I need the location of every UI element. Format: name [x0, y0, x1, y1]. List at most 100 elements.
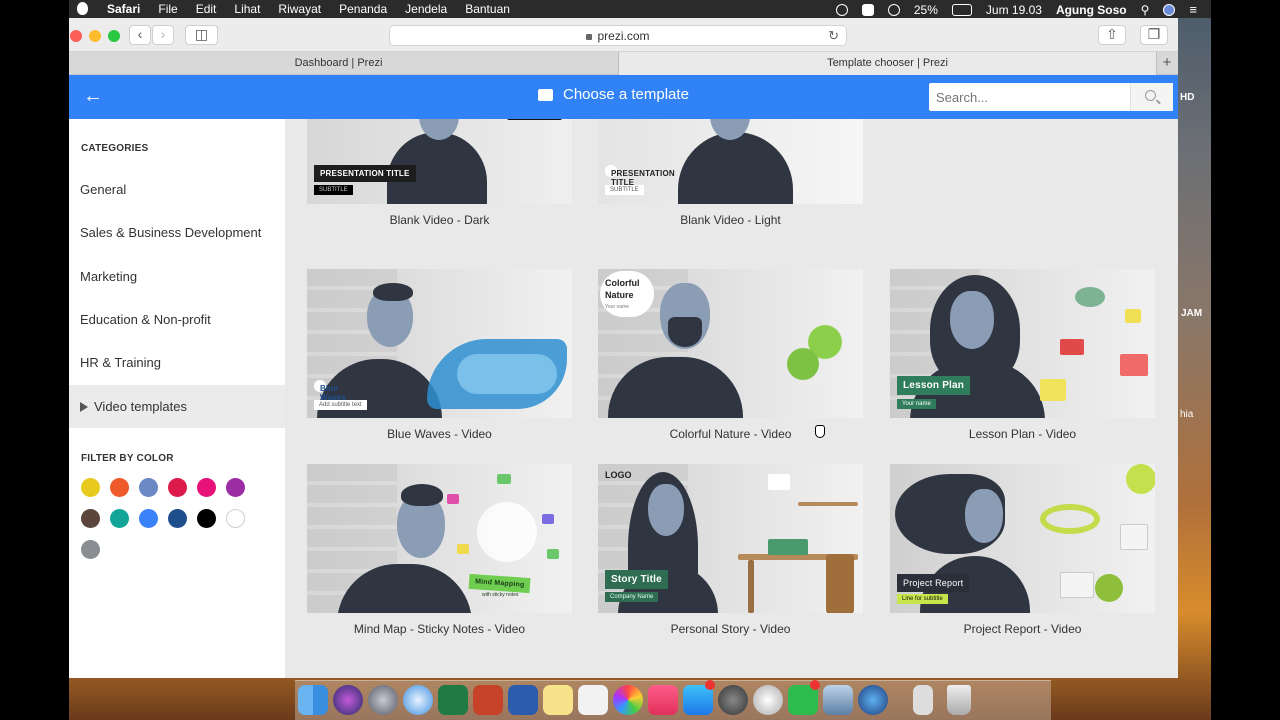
color-swatch[interactable] [226, 478, 245, 497]
template-thumbnail[interactable]: Mind Mapping with sticky notes [307, 464, 572, 613]
disk-utility-icon[interactable] [753, 685, 783, 715]
color-swatch[interactable] [139, 509, 158, 528]
word-icon[interactable] [508, 685, 538, 715]
template-name[interactable]: Personal Story - Video [598, 622, 863, 636]
color-swatch[interactable] [110, 478, 129, 497]
color-swatch[interactable] [168, 478, 187, 497]
prezi-header: ← Choose a template [69, 75, 1178, 119]
menu-history[interactable]: Riwayat [278, 2, 321, 16]
category-sales[interactable]: Sales & Business Development [69, 211, 285, 254]
safari-icon[interactable] [403, 685, 433, 715]
template-thumbnail[interactable]: PRESENTATION TITLE SUBTITLE [307, 119, 572, 204]
safari-window: ‹ › ◫ prezi.com ↻ ⇧ ❐ Dashboard | Prezi … [69, 18, 1178, 678]
excel-icon[interactable] [438, 685, 468, 715]
category-marketing[interactable]: Marketing [69, 255, 285, 298]
color-swatch[interactable] [110, 509, 129, 528]
menu-file[interactable]: File [158, 2, 177, 16]
trash-icon[interactable] [947, 685, 971, 715]
preview-icon[interactable] [823, 685, 853, 715]
thumb-title: PRESENTATION TITLE [314, 165, 416, 182]
color-swatch[interactable] [81, 509, 100, 528]
wifi-icon[interactable] [887, 3, 900, 16]
thumb-subtitle: with sticky notes [482, 592, 519, 598]
template-name[interactable]: Blank Video - Dark [307, 213, 572, 227]
template-name[interactable]: Mind Map - Sticky Notes - Video [307, 622, 572, 636]
close-window-button[interactable] [70, 30, 82, 42]
photos-icon[interactable] [613, 685, 643, 715]
thumb-title: Colorful Nature [605, 278, 640, 300]
siri-dock-icon[interactable] [333, 685, 363, 715]
categories-heading: CATEGORIES [81, 143, 149, 154]
color-swatch[interactable] [197, 509, 216, 528]
dock [295, 680, 1051, 720]
battery-icon[interactable] [951, 3, 972, 16]
powerpoint-icon[interactable] [473, 685, 503, 715]
forward-nav-button[interactable]: › [152, 25, 174, 45]
color-swatch[interactable] [226, 509, 245, 528]
tab-dashboard[interactable]: Dashboard | Prezi [69, 52, 608, 75]
template-thumbnail[interactable]: Lesson Plan Your name [890, 269, 1155, 418]
new-tab-button[interactable]: + [1156, 52, 1178, 75]
menu-safari[interactable]: Safari [107, 2, 140, 16]
template-thumbnail[interactable]: Project Report Line for subtitle [890, 464, 1155, 613]
category-education[interactable]: Education & Non-profit [69, 298, 285, 341]
notes-icon[interactable] [543, 685, 573, 715]
template-thumbnail[interactable]: Blue Waves Add subtitle text [307, 269, 572, 418]
menu-help[interactable]: Bantuan [465, 2, 510, 16]
minimize-window-button[interactable] [89, 30, 101, 42]
template-thumbnail[interactable]: LOGO Story Title Company Name [598, 464, 863, 613]
category-general[interactable]: General [69, 168, 285, 211]
document-icon[interactable] [913, 685, 933, 715]
hand-cursor-icon [815, 425, 825, 438]
search-icon [1145, 90, 1156, 101]
launchpad-icon[interactable] [368, 685, 398, 715]
template-thumbnail[interactable]: PRESENTATION TITLE SUBTITLE [598, 119, 863, 204]
reminders-icon[interactable] [578, 685, 608, 715]
apple-icon[interactable] [77, 2, 88, 15]
share-button[interactable]: ⇧ [1098, 25, 1126, 45]
color-swatch[interactable] [168, 509, 187, 528]
system-preferences-icon[interactable] [718, 685, 748, 715]
template-grid: PRESENTATION TITLE SUBTITLE Blank Video … [285, 119, 1178, 678]
color-swatch[interactable] [197, 478, 216, 497]
menu-edit[interactable]: Edit [196, 2, 217, 16]
reload-icon[interactable]: ↻ [828, 26, 839, 46]
category-video-templates[interactable]: Video templates [69, 385, 285, 428]
template-name[interactable]: Blue Waves - Video [307, 427, 572, 441]
template-thumbnail[interactable]: Colorful Nature Your name [598, 269, 863, 418]
sidebar-toggle-button[interactable]: ◫ [185, 25, 218, 45]
tab-template-chooser[interactable]: Template chooser | Prezi [619, 52, 1156, 75]
color-swatch[interactable] [81, 478, 100, 497]
zoom-window-button[interactable] [108, 30, 120, 42]
notification-center-icon[interactable]: ≡ [1189, 2, 1197, 17]
music-icon[interactable] [648, 685, 678, 715]
spotlight-icon[interactable]: ⚲ [1141, 3, 1150, 17]
thumb-subtitle: SUBTITLE [605, 185, 644, 195]
template-name[interactable]: Blank Video - Light [598, 213, 863, 227]
user-name[interactable]: Agung Soso [1056, 3, 1127, 17]
search-button[interactable] [1130, 83, 1173, 111]
record-icon[interactable] [835, 3, 848, 16]
menu-view[interactable]: Lihat [234, 2, 260, 16]
clipboard-icon[interactable] [861, 3, 874, 16]
header-title-group: Choose a template [538, 86, 689, 103]
menu-window[interactable]: Jendela [405, 2, 447, 16]
battery-percent: 25% [913, 2, 938, 17]
finder-icon[interactable] [298, 685, 328, 715]
search-input[interactable] [929, 83, 1130, 111]
clock[interactable]: Jum 19.03 [986, 3, 1042, 17]
thumb-title: Project Report [897, 574, 970, 592]
template-name[interactable]: Project Report - Video [890, 622, 1155, 636]
menu-bookmarks[interactable]: Penanda [339, 2, 387, 16]
color-swatch[interactable] [81, 540, 100, 559]
back-arrow-icon[interactable]: ← [83, 85, 103, 108]
tabs-overview-button[interactable]: ❐ [1140, 25, 1168, 45]
color-swatch[interactable] [139, 478, 158, 497]
category-hr[interactable]: HR & Training [69, 341, 285, 384]
siri-icon[interactable] [1163, 3, 1176, 16]
edge-icon[interactable] [858, 685, 888, 715]
template-name[interactable]: Lesson Plan - Video [890, 427, 1155, 441]
message-badge [810, 680, 820, 690]
back-nav-button[interactable]: ‹ [129, 25, 151, 45]
address-bar[interactable]: prezi.com ↻ [389, 25, 847, 46]
